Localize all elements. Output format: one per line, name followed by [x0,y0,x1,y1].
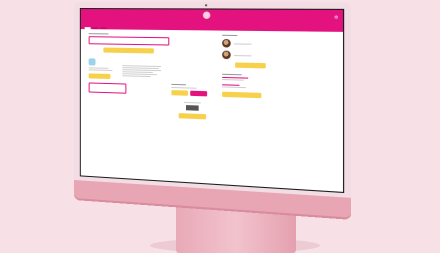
left-column [88,33,170,95]
info-button[interactable] [88,73,111,80]
camera-icon [205,4,208,7]
tab-1[interactable] [84,27,91,30]
logo-icon [88,58,96,66]
monitor-screen: ⚙ [79,8,345,194]
confirm-button[interactable] [178,113,207,120]
info-card [88,58,127,94]
primary-button[interactable] [103,47,154,54]
text-line [222,86,246,89]
profile-photo [222,39,231,48]
section-heading [88,33,109,35]
text-line [233,54,252,56]
choice-button-1[interactable] [171,90,189,96]
text-line [183,101,201,104]
text-line [171,86,197,89]
main-content [88,33,336,185]
tab-bar [84,27,107,30]
tab-2[interactable] [92,27,99,30]
text-line [122,75,151,78]
profile-row [222,39,279,48]
right-column [222,34,279,99]
text-line [233,42,252,45]
secondary-button[interactable] [222,91,262,99]
option-card[interactable] [88,82,127,94]
profile-photo [222,50,231,60]
code-display [185,105,199,111]
info-row [88,58,170,95]
app-header: ⚙ [80,9,344,32]
gear-icon[interactable]: ⚙ [334,14,338,19]
section-heading [171,83,186,86]
tab-3[interactable] [100,27,107,30]
monitor: ⚙ [74,2,352,218]
middle-column [171,83,213,120]
avatar [202,11,211,19]
choice-buttons [171,90,213,97]
text-line [222,79,244,81]
profile-row [222,50,279,61]
choice-button-2[interactable] [190,90,208,97]
section-heading [222,73,242,76]
text-line [88,69,113,71]
section-heading [222,34,238,37]
selected-option[interactable] [88,36,170,46]
photo-scene: ⚙ [0,0,440,253]
profile-button[interactable] [235,62,266,69]
text-block [122,59,163,95]
